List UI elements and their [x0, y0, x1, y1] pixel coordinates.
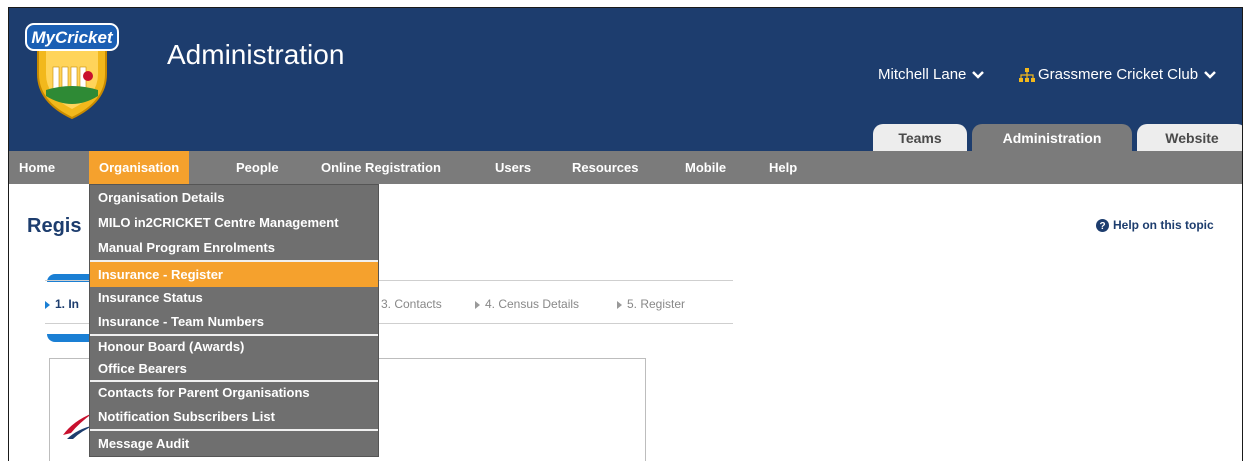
org-hierarchy-icon	[1019, 67, 1035, 82]
step-arrow-icon	[617, 300, 622, 309]
page-title: Regis	[27, 215, 82, 237]
chevron-down-icon	[972, 70, 985, 79]
main-nav: Home Organisation People Online Registra…	[9, 151, 1242, 184]
wizard-step-1[interactable]: 1. In	[45, 297, 79, 311]
tab-website[interactable]: Website	[1137, 124, 1242, 152]
menu-item-manual-program-enrolments[interactable]: Manual Program Enrolments	[90, 235, 378, 260]
tab-teams[interactable]: Teams	[873, 124, 967, 152]
nav-mobile[interactable]: Mobile	[685, 151, 726, 184]
wizard-step-4[interactable]: 4. Census Details	[475, 297, 579, 311]
wizard-step-5[interactable]: 5. Register	[617, 297, 685, 311]
step-arrow-icon	[475, 300, 480, 309]
logo-text: MyCricket	[31, 28, 114, 47]
nav-help[interactable]: Help	[769, 151, 797, 184]
menu-item-insurance-team-numbers[interactable]: Insurance - Team Numbers	[90, 309, 378, 334]
org-name: Grassmere Cricket Club	[1038, 66, 1199, 83]
menu-item-office-bearers[interactable]: Office Bearers	[90, 358, 378, 380]
org-menu[interactable]: Grassmere Cricket Club	[1019, 66, 1217, 83]
wizard-step-3[interactable]: 3. Contacts	[381, 297, 442, 311]
nav-users[interactable]: Users	[495, 151, 531, 184]
menu-item-message-audit[interactable]: Message Audit	[90, 431, 378, 456]
chevron-down-icon	[1204, 70, 1216, 79]
svg-text:?: ?	[1099, 221, 1105, 232]
organisation-dropdown: Organisation Details MILO in2CRICKET Cen…	[89, 184, 379, 457]
nav-resources[interactable]: Resources	[572, 151, 638, 184]
help-link[interactable]: ? Help on this topic	[1096, 218, 1214, 232]
menu-item-parent-org-contacts[interactable]: Contacts for Parent Organisations	[90, 382, 378, 404]
nav-home[interactable]: Home	[19, 151, 55, 184]
menu-item-honour-board[interactable]: Honour Board (Awards)	[90, 336, 378, 358]
user-menu[interactable]: Mitchell Lane	[878, 66, 985, 83]
question-circle-icon: ?	[1096, 218, 1109, 232]
app-frame: MyCricket Administration Mitchell Lane G…	[8, 7, 1243, 461]
menu-item-organisation-details[interactable]: Organisation Details	[90, 185, 378, 210]
nav-people[interactable]: People	[236, 151, 279, 184]
wizard-accent-bottom	[47, 334, 91, 342]
nav-online-registration[interactable]: Online Registration	[321, 151, 441, 184]
menu-item-insurance-register[interactable]: Insurance - Register	[90, 262, 378, 287]
nav-organisation[interactable]: Organisation	[89, 151, 190, 184]
tab-administration[interactable]: Administration	[972, 124, 1132, 152]
mycricket-logo[interactable]: MyCricket	[22, 12, 122, 120]
menu-item-milo-centre-management[interactable]: MILO in2CRICKET Centre Management	[90, 210, 378, 235]
menu-item-insurance-status[interactable]: Insurance Status	[90, 287, 378, 309]
app-title: Administration	[167, 39, 345, 70]
menu-item-notification-subscribers[interactable]: Notification Subscribers List	[90, 404, 378, 429]
user-name: Mitchell Lane	[878, 66, 967, 83]
header: MyCricket Administration Mitchell Lane G…	[9, 8, 1242, 152]
help-link-label: Help on this topic	[1113, 218, 1214, 232]
step-arrow-icon	[45, 300, 50, 309]
